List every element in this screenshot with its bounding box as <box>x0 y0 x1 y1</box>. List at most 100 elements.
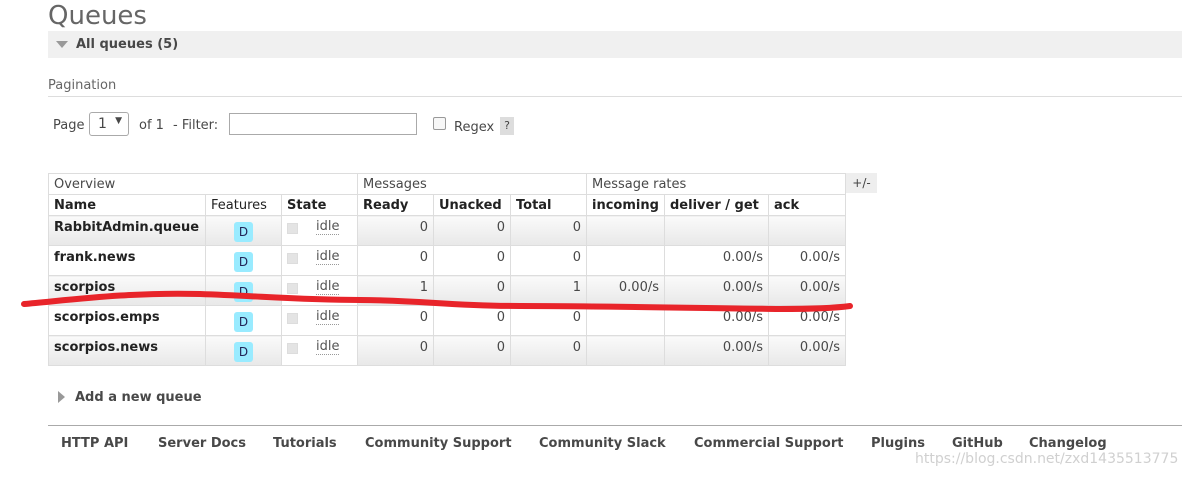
col-header-total[interactable]: Total <box>510 194 587 216</box>
ack-cell: 0.00/s <box>768 305 846 336</box>
table-row: scorpios.emps D idle 0 0 0 0.00/s 0.00/s <box>48 305 846 336</box>
table-row: scorpios.news D idle 0 0 0 0.00/s 0.00/s <box>48 335 846 366</box>
incoming-cell <box>586 335 665 366</box>
footer-link-tutorials[interactable]: Tutorials <box>273 436 337 451</box>
group-header-message-rates: Message rates <box>586 173 846 195</box>
queue-name-link[interactable]: frank.news <box>48 245 206 276</box>
all-queues-section-toggle[interactable]: All queues (5) <box>48 31 1182 58</box>
footer-link-server-docs[interactable]: Server Docs <box>158 436 246 451</box>
durable-badge: D <box>234 252 253 272</box>
footer-link-github[interactable]: GitHub <box>952 436 1003 451</box>
ack-cell <box>768 215 846 246</box>
page-count-label: of 1 <box>139 118 164 133</box>
unacked-cell: 0 <box>433 335 511 366</box>
col-header-deliver-get[interactable]: deliver / get <box>664 194 769 216</box>
total-cell: 0 <box>510 245 587 276</box>
total-cell: 1 <box>510 275 587 306</box>
footer-link-community-slack[interactable]: Community Slack <box>539 436 666 451</box>
regex-label: Regex <box>454 120 495 135</box>
footer-link-plugins[interactable]: Plugins <box>871 436 925 451</box>
deliver-get-cell <box>664 215 769 246</box>
watermark: https://blog.csdn.net/zxd1435513775 <box>915 451 1179 467</box>
state-text: idle <box>316 309 340 325</box>
ack-cell: 0.00/s <box>768 275 846 306</box>
footer-link-changelog[interactable]: Changelog <box>1029 436 1107 451</box>
incoming-cell: 0.00/s <box>586 275 665 306</box>
features-cell: D <box>205 305 282 336</box>
durable-badge: D <box>234 342 253 362</box>
col-header-ack[interactable]: ack <box>768 194 846 216</box>
triangle-down-icon <box>56 41 68 48</box>
col-header-unacked[interactable]: Unacked <box>433 194 511 216</box>
state-text: idle <box>316 219 340 235</box>
state-text: idle <box>316 249 340 265</box>
features-cell: D <box>205 275 282 306</box>
col-header-name[interactable]: Name <box>48 194 206 216</box>
pagination-heading: Pagination <box>48 78 1182 97</box>
ready-cell: 0 <box>357 305 434 336</box>
filter-input[interactable] <box>229 113 417 135</box>
state-cell: idle <box>281 215 358 246</box>
footer-link-community-support[interactable]: Community Support <box>365 436 512 451</box>
state-indicator <box>287 253 298 264</box>
incoming-cell <box>586 245 665 276</box>
state-indicator <box>287 343 298 354</box>
ready-cell: 0 <box>357 215 434 246</box>
total-cell: 0 <box>510 305 587 336</box>
queues-table: Overview Messages Message rates Name Fea… <box>48 173 846 366</box>
deliver-get-cell: 0.00/s <box>664 245 769 276</box>
queue-name-link[interactable]: scorpios.emps <box>48 305 206 336</box>
state-indicator <box>287 313 298 324</box>
incoming-cell <box>586 305 665 336</box>
page-select-value: 1 <box>98 116 107 132</box>
state-text: idle <box>316 339 340 355</box>
state-text: idle <box>316 279 340 295</box>
page-select[interactable]: 1 ▼ <box>89 112 129 136</box>
deliver-get-cell: 0.00/s <box>664 305 769 336</box>
state-cell: idle <box>281 245 358 276</box>
queue-name-link[interactable]: RabbitAdmin.queue <box>48 215 206 246</box>
unacked-cell: 0 <box>433 305 511 336</box>
col-header-features: Features <box>205 194 282 216</box>
unacked-cell: 0 <box>433 275 511 306</box>
chevron-down-icon: ▼ <box>115 116 122 126</box>
ready-cell: 0 <box>357 335 434 366</box>
regex-help-button[interactable]: ? <box>500 117 514 135</box>
footer-link-commercial-support[interactable]: Commercial Support <box>694 436 844 451</box>
state-indicator <box>287 283 298 294</box>
filter-label: - Filter: <box>173 118 219 133</box>
col-header-ready[interactable]: Ready <box>357 194 434 216</box>
state-cell: idle <box>281 335 358 366</box>
queue-name-link[interactable]: scorpios.news <box>48 335 206 366</box>
features-cell: D <box>205 215 282 246</box>
state-cell: idle <box>281 305 358 336</box>
footer-link-http-api[interactable]: HTTP API <box>61 436 128 451</box>
deliver-get-cell: 0.00/s <box>664 275 769 306</box>
add-queue-label: Add a new queue <box>75 390 202 405</box>
column-toggle-button[interactable]: +/- <box>846 173 877 193</box>
deliver-get-cell: 0.00/s <box>664 335 769 366</box>
group-header-messages: Messages <box>357 173 587 195</box>
state-cell: idle <box>281 275 358 306</box>
queue-name-link[interactable]: scorpios <box>48 275 206 306</box>
ack-cell: 0.00/s <box>768 335 846 366</box>
total-cell: 0 <box>510 215 587 246</box>
col-header-state[interactable]: State <box>281 194 358 216</box>
durable-badge: D <box>234 282 253 302</box>
unacked-cell: 0 <box>433 245 511 276</box>
group-header-overview: Overview <box>48 173 358 195</box>
ack-cell: 0.00/s <box>768 245 846 276</box>
table-row: RabbitAdmin.queue D idle 0 0 0 <box>48 215 846 246</box>
unacked-cell: 0 <box>433 215 511 246</box>
all-queues-label: All queues (5) <box>76 37 179 52</box>
triangle-right-icon <box>58 391 65 403</box>
durable-badge: D <box>234 312 253 332</box>
page-title: Queues <box>48 1 147 31</box>
col-header-incoming[interactable]: incoming <box>586 194 665 216</box>
total-cell: 0 <box>510 335 587 366</box>
table-row: scorpios D idle 1 0 1 0.00/s 0.00/s 0.00… <box>48 275 846 306</box>
incoming-cell <box>586 215 665 246</box>
ready-cell: 0 <box>357 245 434 276</box>
ready-cell: 1 <box>357 275 434 306</box>
regex-checkbox[interactable] <box>433 117 446 130</box>
